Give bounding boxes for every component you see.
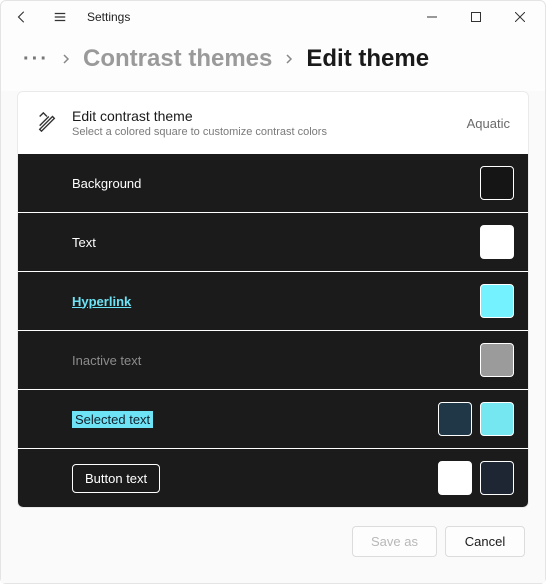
breadcrumb-parent[interactable]: Contrast themes: [83, 45, 272, 73]
row-label: Background: [72, 176, 472, 191]
row-inactive-text: Inactive text: [18, 331, 528, 390]
row-label: Inactive text: [72, 353, 472, 368]
color-swatch[interactable]: [480, 284, 514, 318]
color-swatch[interactable]: [480, 166, 514, 200]
color-swatch[interactable]: [438, 402, 472, 436]
minimize-button[interactable]: [411, 3, 453, 31]
theme-name: Aquatic: [467, 116, 510, 131]
maximize-button[interactable]: [455, 3, 497, 31]
save-as-button[interactable]: Save as: [352, 526, 437, 557]
close-icon: [515, 12, 525, 22]
titlebar: Settings: [1, 1, 545, 33]
color-swatch[interactable]: [480, 225, 514, 259]
chevron-right-icon: [284, 51, 294, 67]
back-button[interactable]: [5, 3, 39, 31]
settings-window: Settings ··· Contrast themes Edit theme: [0, 0, 546, 584]
row-label: Button text: [72, 464, 160, 493]
card-subtitle: Select a colored square to customize con…: [72, 126, 453, 138]
row-label: Hyperlink: [72, 294, 472, 309]
footer: Save as Cancel: [17, 508, 529, 561]
breadcrumb: ··· Contrast themes Edit theme: [1, 33, 545, 91]
color-swatch[interactable]: [480, 461, 514, 495]
card-title: Edit contrast theme: [72, 108, 453, 124]
hamburger-icon: [53, 10, 67, 24]
minimize-icon: [427, 12, 437, 22]
back-arrow-icon: [15, 10, 29, 24]
row-background: Background: [18, 154, 528, 213]
row-text: Text: [18, 213, 528, 272]
content-area: Edit contrast theme Select a colored squ…: [1, 91, 545, 583]
close-button[interactable]: [499, 3, 541, 31]
breadcrumb-more-icon[interactable]: ···: [23, 49, 49, 69]
row-label: Text: [72, 235, 472, 250]
palette-icon: [36, 111, 58, 136]
color-swatch[interactable]: [480, 402, 514, 436]
row-label: Selected text: [72, 411, 153, 428]
color-swatch[interactable]: [438, 461, 472, 495]
color-swatch[interactable]: [480, 343, 514, 377]
cancel-button[interactable]: Cancel: [445, 526, 525, 557]
window-title: Settings: [87, 10, 130, 24]
theme-card: Edit contrast theme Select a colored squ…: [17, 91, 529, 508]
chevron-right-icon: [61, 51, 71, 67]
row-button-text: Button text: [18, 449, 528, 507]
menu-button[interactable]: [43, 3, 77, 31]
row-hyperlink: Hyperlink: [18, 272, 528, 331]
breadcrumb-current: Edit theme: [306, 45, 429, 73]
card-header: Edit contrast theme Select a colored squ…: [18, 92, 528, 154]
row-selected-text: Selected text: [18, 390, 528, 449]
maximize-icon: [471, 12, 481, 22]
color-rows: Background Text Hyperlink Inactive text: [18, 154, 528, 507]
